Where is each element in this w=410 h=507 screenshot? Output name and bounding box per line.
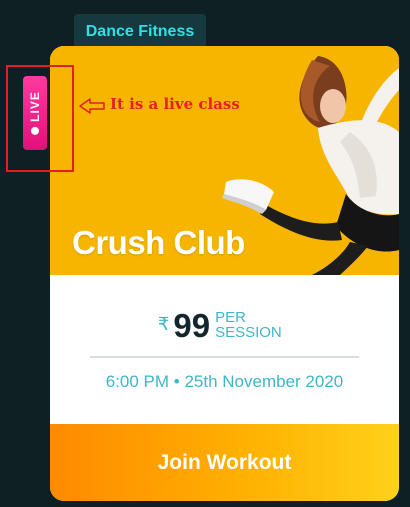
price-amount: 99	[173, 307, 211, 344]
class-schedule: 6:00 PM • 25th November 2020	[105, 372, 344, 391]
price-unit: PER SESSION	[215, 309, 282, 341]
class-title: Crush Club	[72, 224, 245, 261]
left-arrow-icon	[79, 98, 105, 114]
annotation-highlight-box	[6, 65, 74, 172]
price-row: ₹ 99 PER SESSION	[50, 308, 399, 344]
annotation-text: It is a live class	[110, 95, 240, 113]
currency-symbol: ₹	[157, 314, 170, 334]
class-hero-image: Crush Club	[50, 46, 399, 275]
category-tag: Dance Fitness	[74, 14, 206, 48]
divider	[90, 356, 359, 358]
join-workout-button[interactable]: Join Workout	[50, 424, 399, 501]
